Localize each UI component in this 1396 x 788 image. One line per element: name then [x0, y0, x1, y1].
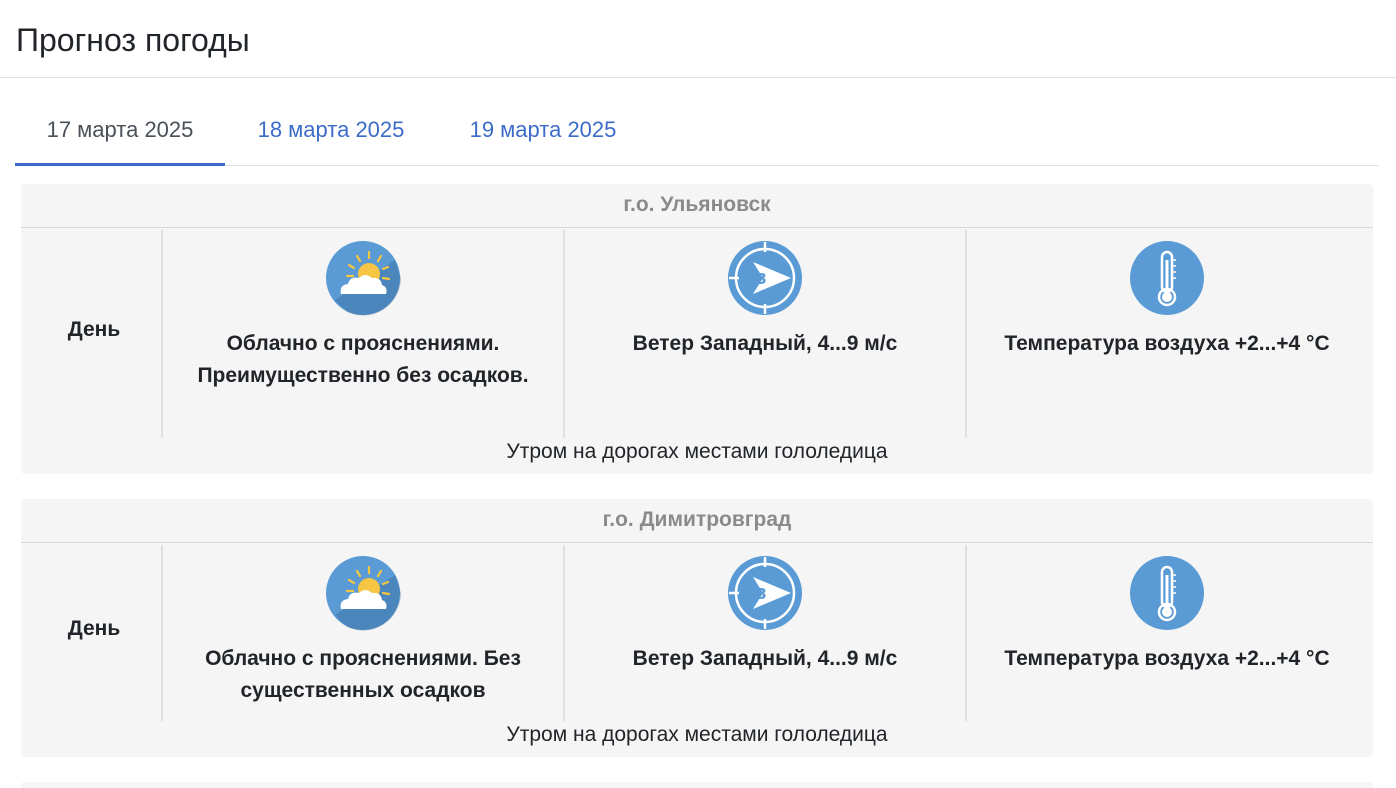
- wind-direction-icon: З: [727, 555, 803, 631]
- page-header: Прогноз погоды: [0, 0, 1396, 78]
- temperature-cell: Температура воздуха +2...+4 °С: [965, 545, 1367, 721]
- wind-cell: З Ветер Западный, 4...9 м/с: [563, 545, 965, 721]
- forecast-card-ulyanovsk: г.о. Ульяновск День Облачно с прояснения…: [21, 184, 1373, 474]
- tab-18-march[interactable]: 18 марта 2025: [225, 100, 437, 166]
- weather-description: Облачно с прояснениями. Преимущественно …: [197, 332, 529, 387]
- thermometer-icon: [1129, 240, 1205, 316]
- wind-description: Ветер Западный, 4...9 м/с: [632, 647, 898, 670]
- temperature-description: Температура воздуха +2...+4 °С: [1004, 332, 1330, 355]
- forecast-row: День Облачно с прояснениями. Преимуществ…: [27, 230, 1367, 438]
- wind-direction-icon: З: [727, 240, 803, 316]
- temperature-description: Температура воздуха +2...+4 °С: [1004, 647, 1330, 670]
- weather-cell: Облачно с прояснениями. Без существенных…: [161, 545, 563, 721]
- temperature-cell: Температура воздуха +2...+4 °С: [965, 230, 1367, 438]
- tab-17-march[interactable]: 17 марта 2025: [15, 100, 225, 166]
- period-label: День: [67, 318, 121, 341]
- forecast-card-dimitrovgrad: г.о. Димитровград День Облачно с проясне…: [21, 499, 1373, 757]
- page-title: Прогноз погоды: [16, 22, 250, 58]
- partly-cloudy-icon: [325, 240, 401, 316]
- city-name: г.о. Ульяновск: [21, 184, 1373, 228]
- weather-description: Облачно с прояснениями. Без существенных…: [205, 647, 521, 702]
- thermometer-icon: [1129, 555, 1205, 631]
- forecast-row: День Облачно с прояснениями. Без существ…: [27, 545, 1367, 721]
- road-note: Утром на дорогах местами гололедица: [506, 723, 888, 746]
- svg-text:З: З: [756, 270, 767, 288]
- wind-cell: З Ветер Западный, 4...9 м/с: [563, 230, 965, 438]
- tab-19-march[interactable]: 19 марта 2025: [437, 100, 649, 166]
- period-cell: День: [27, 230, 161, 438]
- period-cell: День: [27, 545, 161, 721]
- date-tabs: 17 марта 2025 18 марта 2025 19 марта 202…: [15, 100, 1379, 166]
- wind-description: Ветер Западный, 4...9 м/с: [632, 332, 898, 355]
- weather-cell: Облачно с прояснениями. Преимущественно …: [161, 230, 563, 438]
- svg-text:З: З: [756, 585, 767, 603]
- city-name: г.о. Димитровград: [21, 499, 1373, 543]
- period-label: День: [67, 617, 121, 640]
- forecast-card-partial: [21, 782, 1373, 788]
- road-note: Утром на дорогах местами гололедица: [506, 440, 888, 463]
- partly-cloudy-icon: [325, 555, 401, 631]
